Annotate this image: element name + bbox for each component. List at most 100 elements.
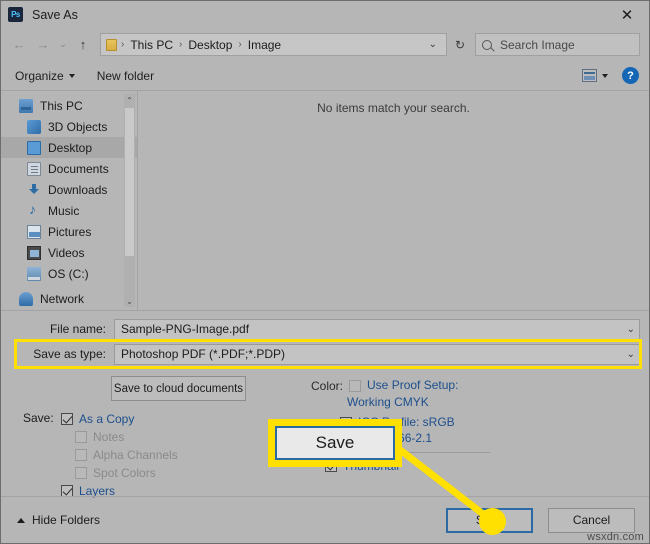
file-list[interactable]: No items match your search. (138, 91, 649, 310)
checkbox-spot-colors[interactable]: Spot Colors (61, 464, 311, 481)
color-proof-setup-row: Color: Use Proof Setup: (311, 378, 649, 393)
music-icon (27, 201, 41, 218)
checkbox-label: Alpha Channels (93, 447, 178, 462)
save-to-cloud-documents-button[interactable]: Save to cloud documents (111, 376, 246, 401)
use-proof-setup-label: Use Proof Setup: (367, 378, 459, 392)
checkbox-icon[interactable] (75, 466, 87, 479)
refresh-icon[interactable]: ↻ (447, 33, 473, 56)
up-icon[interactable]: ↑ (71, 33, 95, 57)
chevron-down-icon (68, 73, 75, 78)
organize-button[interactable]: Organize (15, 69, 75, 83)
sidebar-item-label: OS (C:) (48, 266, 89, 281)
hide-folders-label: Hide Folders (32, 513, 101, 527)
sidebar-scrollbar[interactable]: ⌃ ⌄ (124, 94, 135, 307)
recent-locations-icon[interactable]: ⌄ (55, 33, 71, 57)
checkbox-alpha-channels[interactable]: Alpha Channels (61, 446, 311, 463)
sidebar-item-downloads[interactable]: Downloads (1, 179, 137, 200)
save-options-group: Save: As a Copy Notes Alpha Channels Spo… (1, 410, 311, 499)
sidebar-item-label: This PC (40, 98, 83, 113)
options-left-column: Save to cloud documents Save: As a Copy … (1, 376, 311, 499)
checkbox-label: Notes (93, 429, 125, 444)
folder-icon (106, 38, 117, 51)
photoshop-app-icon: Ps (8, 7, 23, 22)
working-cmyk-value: Working CMYK (347, 395, 429, 409)
hide-folders-button[interactable]: Hide Folders (17, 513, 100, 527)
3d-objects-icon (27, 119, 41, 134)
desktop-icon (27, 140, 41, 155)
back-icon[interactable]: ← (7, 33, 31, 57)
browser-area: This PC 3D Objects Desktop Documents Dow… (1, 91, 649, 310)
downloads-icon (27, 183, 41, 197)
sidebar-item-network[interactable]: Network (1, 288, 137, 309)
sidebar-item-documents[interactable]: Documents (1, 158, 137, 179)
chevron-up-icon (17, 517, 25, 523)
checkbox-notes[interactable]: Notes (61, 428, 311, 445)
sidebar-item-desktop[interactable]: Desktop (1, 137, 137, 158)
file-name-row: File name: Sample-PNG-Image.pdf ⌄ (1, 318, 649, 340)
form-area: File name: Sample-PNG-Image.pdf ⌄ Save a… (1, 310, 649, 499)
window-title: Save As (32, 7, 78, 22)
search-placeholder: Search Image (500, 37, 575, 52)
checkbox-as-a-copy[interactable]: As a Copy (61, 410, 311, 427)
new-folder-button[interactable]: New folder (97, 69, 154, 83)
sidebar-item-label: Pictures (48, 224, 92, 239)
scroll-down-icon[interactable]: ⌄ (124, 295, 135, 307)
breadcrumb-separator-2: › (238, 39, 242, 50)
save-as-type-label: Save as type: (33, 347, 106, 361)
chevron-down-icon[interactable]: ⌄ (622, 324, 635, 335)
save-as-type-select[interactable]: Photoshop PDF (*.PDF;*.PDP) ⌄ (114, 343, 640, 365)
sidebar-item-label: Downloads (48, 182, 108, 197)
drive-icon (27, 266, 41, 281)
save-button[interactable]: Save (446, 507, 533, 533)
sidebar-item-videos[interactable]: Videos (1, 242, 137, 263)
pictures-icon (27, 224, 41, 239)
checkbox-icon[interactable] (75, 448, 87, 461)
checkbox-icon[interactable] (75, 430, 87, 443)
cancel-button[interactable]: Cancel (548, 507, 635, 533)
file-name-label: File name: (49, 322, 106, 336)
sidebar-item-music[interactable]: Music (1, 200, 137, 221)
forward-icon[interactable]: → (31, 33, 55, 57)
sidebar-item-label: Music (48, 203, 80, 218)
save-group-label: Save: (23, 411, 54, 425)
sidebar-item-label: Videos (48, 245, 85, 260)
color-label: Color: (311, 379, 344, 393)
save-as-dialog: Ps Save As ✕ ← → ⌄ ↑ › This PC › Desktop… (0, 0, 650, 544)
sidebar-item-3d-objects[interactable]: 3D Objects (1, 116, 137, 137)
breadcrumb-this-pc[interactable]: This PC (128, 38, 175, 52)
sidebar-item-this-pc[interactable]: This PC (1, 95, 137, 116)
help-icon[interactable]: ? (622, 67, 639, 84)
sidebar-item-pictures[interactable]: Pictures (1, 221, 137, 242)
checkbox-icon[interactable] (61, 484, 73, 497)
checkbox-icon[interactable] (325, 459, 337, 472)
view-options-button[interactable] (582, 69, 608, 82)
breadcrumb-separator-0: › (121, 39, 125, 50)
chevron-down-icon[interactable]: ⌄ (622, 349, 635, 360)
breadcrumb-separator-1: › (179, 39, 183, 50)
breadcrumb-image[interactable]: Image (246, 38, 283, 52)
command-bar: Organize New folder ? (1, 61, 649, 91)
checkbox-thumbnail[interactable]: Thumbnail (311, 457, 649, 474)
sidebar-item-label: Network (40, 291, 85, 306)
close-icon[interactable]: ✕ (605, 1, 649, 28)
scroll-up-icon[interactable]: ⌃ (124, 94, 135, 106)
search-input[interactable]: Search Image (475, 33, 640, 56)
icc-profile-row: ICC Profile: sRGB (340, 415, 649, 429)
sidebar-item-label: 3D Objects (48, 119, 108, 134)
checkbox-icon-use-proof-setup[interactable] (349, 380, 362, 392)
checkbox-label: Spot Colors (93, 465, 156, 480)
dialog-bottom-bar: Hide Folders Save Cancel (1, 496, 649, 543)
scrollbar-thumb[interactable] (125, 108, 134, 256)
title-bar: Ps Save As ✕ (1, 1, 649, 28)
address-bar[interactable]: › This PC › Desktop › Image ⌄ (100, 33, 447, 56)
checkbox-label: Thumbnail (343, 458, 400, 473)
options-divider (325, 452, 490, 453)
breadcrumb-desktop[interactable]: Desktop (186, 38, 234, 52)
sidebar-item-os-c[interactable]: OS (C:) (1, 263, 137, 284)
file-name-value: Sample-PNG-Image.pdf (121, 322, 250, 336)
chevron-down-icon[interactable]: ⌄ (423, 39, 443, 50)
view-layout-icon (582, 69, 597, 82)
checkbox-icon-icc-profile[interactable] (340, 417, 352, 429)
checkbox-icon[interactable] (61, 412, 73, 425)
file-name-input[interactable]: Sample-PNG-Image.pdf ⌄ (114, 318, 640, 340)
